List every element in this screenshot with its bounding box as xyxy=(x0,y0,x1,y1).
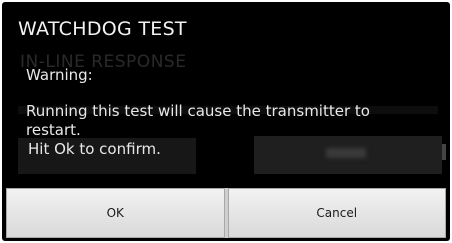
dialog-frame: IN-LINE RESPONSE WATCHDOG TEST Warning: … xyxy=(2,2,450,241)
message-line-2: restart. xyxy=(26,121,81,139)
warning-label: Warning: xyxy=(26,66,93,84)
background-edge xyxy=(442,144,446,160)
message-line-3: Hit Ok to confirm. xyxy=(28,140,161,158)
dialog-title: WATCHDOG TEST xyxy=(18,18,187,40)
cancel-button[interactable]: Cancel xyxy=(227,188,446,238)
dialog-message: Warning: Running this test will cause th… xyxy=(26,66,426,159)
message-line-1: Running this test will cause the transmi… xyxy=(26,102,370,120)
ok-button[interactable]: OK xyxy=(6,188,225,238)
dialog-button-bar: OK Cancel xyxy=(6,188,446,238)
